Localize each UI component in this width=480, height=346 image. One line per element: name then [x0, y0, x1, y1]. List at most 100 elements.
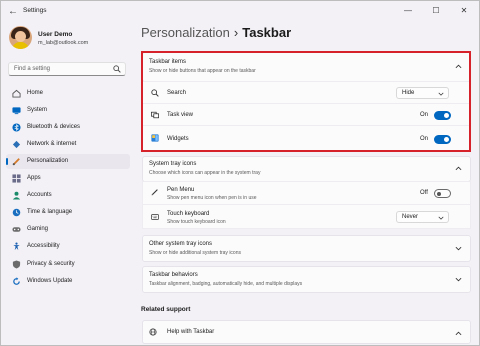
sidebar-item-label: Privacy & security: [27, 261, 75, 267]
sidebar-item-personalization[interactable]: Personalization: [6, 154, 130, 169]
apps-icon: [12, 174, 21, 183]
shield-icon: [12, 260, 21, 269]
system-icon: [12, 107, 21, 115]
taskbar-items-title: Taskbar items: [149, 59, 187, 65]
taskbar-behaviors-title: Taskbar behaviors: [149, 272, 198, 278]
search-icon: [151, 89, 159, 97]
title-bar: ← Settings — ☐ ✕: [1, 1, 479, 23]
touch-keyboard-dropdown[interactable]: Never: [396, 211, 449, 223]
touch-keyboard-desc: Show touch keyboard icon: [167, 219, 226, 225]
touch-keyboard-label: Touch keyboard: [167, 211, 210, 217]
other-tray-title: Other system tray icons: [149, 241, 213, 247]
sidebar-item-label: Accessibility: [27, 243, 60, 249]
accounts-icon: [12, 191, 21, 200]
sidebar-item-accounts[interactable]: Accounts: [6, 188, 130, 203]
related-support-heading: Related support: [141, 306, 191, 313]
chevron-up-icon[interactable]: [455, 165, 462, 172]
network-icon: [12, 140, 21, 149]
system-tray-desc: Choose which icons can appear in the sys…: [149, 170, 261, 176]
chevron-down-icon[interactable]: [455, 245, 462, 252]
avatar[interactable]: [9, 26, 32, 49]
sidebar-item-network-and-internet[interactable]: Network & internet: [6, 137, 130, 152]
task-view-setting-row: Task view On: [142, 103, 471, 126]
sidebar-item-label: Windows Update: [27, 278, 73, 284]
globe-icon: [149, 328, 157, 336]
system-tray-header[interactable]: System tray icons Choose which icons can…: [142, 156, 471, 182]
search-placeholder: Find a setting: [14, 66, 51, 72]
taskbar-behaviors-header[interactable]: Taskbar behaviors Taskbar alignment, bad…: [142, 266, 471, 293]
task-view-label: Task view: [167, 112, 194, 118]
taskbar-behaviors-desc: Taskbar alignment, badging, automaticall…: [149, 281, 303, 287]
taskbar-items-desc: Show or hide buttons that appear on the …: [149, 68, 256, 74]
gaming-icon: [12, 227, 21, 232]
sidebar-item-time-and-language[interactable]: Time & language: [6, 205, 130, 220]
widgets-toggle[interactable]: [434, 135, 451, 144]
chevron-down-icon[interactable]: [455, 276, 462, 283]
minimize-button[interactable]: —: [399, 4, 417, 18]
user-email: m_lab@outlook.com: [38, 40, 89, 46]
sidebar-item-label: Time & language: [27, 209, 73, 215]
chevron-up-icon[interactable]: [455, 330, 462, 337]
search-mode-value: Hide: [402, 90, 415, 96]
sidebar-item-label: Bluetooth & devices: [27, 124, 81, 130]
widgets-label: Widgets: [167, 136, 189, 142]
sidebar-item-label: System: [27, 107, 48, 113]
sidebar-item-label: Network & internet: [27, 141, 77, 147]
pen-menu-label: Pen Menu: [167, 187, 195, 193]
other-tray-desc: Show or hide additional system tray icon…: [149, 250, 241, 256]
maximize-button[interactable]: ☐: [427, 4, 445, 18]
sidebar-item-label: Apps: [27, 175, 41, 181]
chevron-down-icon: [438, 216, 444, 220]
touch-keyboard-value: Never: [402, 214, 419, 220]
sidebar-item-windows-update[interactable]: Windows Update: [6, 274, 130, 289]
widgets-icon: [151, 134, 159, 142]
sidebar-item-gaming[interactable]: Gaming: [6, 222, 130, 237]
breadcrumb-parent[interactable]: Personalization: [141, 25, 230, 40]
search-mode-dropdown[interactable]: Hide: [396, 87, 449, 99]
search-setting-label: Search: [167, 90, 187, 96]
help-with-taskbar[interactable]: Help with Taskbar: [142, 320, 471, 344]
sidebar-item-home[interactable]: Home: [6, 86, 130, 101]
pen-icon: [151, 189, 158, 196]
sidebar-item-label: Home: [27, 90, 44, 96]
help-with-taskbar-label: Help with Taskbar: [167, 329, 215, 335]
search-setting-row: Search Hide: [142, 81, 471, 104]
chevron-down-icon: [438, 92, 444, 96]
chevron-up-icon[interactable]: [455, 63, 462, 70]
sidebar-item-apps[interactable]: Apps: [6, 171, 130, 186]
sidebar-item-accessibility[interactable]: Accessibility: [6, 239, 130, 254]
task-view-state: On: [420, 112, 429, 118]
home-icon: [12, 89, 21, 98]
pen-menu-toggle[interactable]: [434, 189, 451, 198]
sidebar-item-label: Personalization: [27, 158, 69, 164]
sidebar-item-privacy-and-security[interactable]: Privacy & security: [6, 257, 130, 272]
breadcrumb-separator: ›: [233, 25, 239, 40]
sidebar-item-bluetooth-and-devices[interactable]: Bluetooth & devices: [6, 120, 130, 135]
search-input[interactable]: Find a setting: [8, 62, 126, 76]
update-icon: [13, 277, 20, 285]
time-icon: [12, 208, 21, 217]
search-icon: [113, 65, 121, 73]
task-view-icon: [151, 111, 159, 119]
brush-icon: [12, 158, 20, 166]
bluetooth-icon: [12, 123, 21, 132]
close-button[interactable]: ✕: [455, 4, 473, 18]
back-arrow-icon[interactable]: ←: [6, 5, 20, 19]
breadcrumb: Personalization › Taskbar: [141, 25, 291, 40]
widgets-state: On: [420, 136, 429, 142]
sidebar-item-label: Gaming: [27, 226, 49, 232]
page-title: Taskbar: [242, 25, 292, 40]
widgets-setting-row: Widgets On: [142, 125, 471, 151]
accessibility-icon: [13, 242, 20, 251]
keyboard-icon: [151, 214, 159, 220]
system-tray-title: System tray icons: [149, 161, 197, 167]
taskbar-items-header[interactable]: Taskbar items Show or hide buttons that …: [142, 52, 471, 82]
app-title: Settings: [23, 7, 47, 14]
task-view-toggle[interactable]: [434, 111, 451, 120]
user-name: User Demo: [38, 31, 73, 38]
touch-keyboard-row: Touch keyboard Show touch keyboard icon …: [142, 204, 471, 229]
other-tray-header[interactable]: Other system tray icons Show or hide add…: [142, 235, 471, 262]
sidebar-item-label: Accounts: [27, 192, 52, 198]
settings-window: ← Settings — ☐ ✕ User Demo m_lab@outlook…: [0, 0, 480, 346]
sidebar-item-system[interactable]: System: [6, 103, 130, 118]
